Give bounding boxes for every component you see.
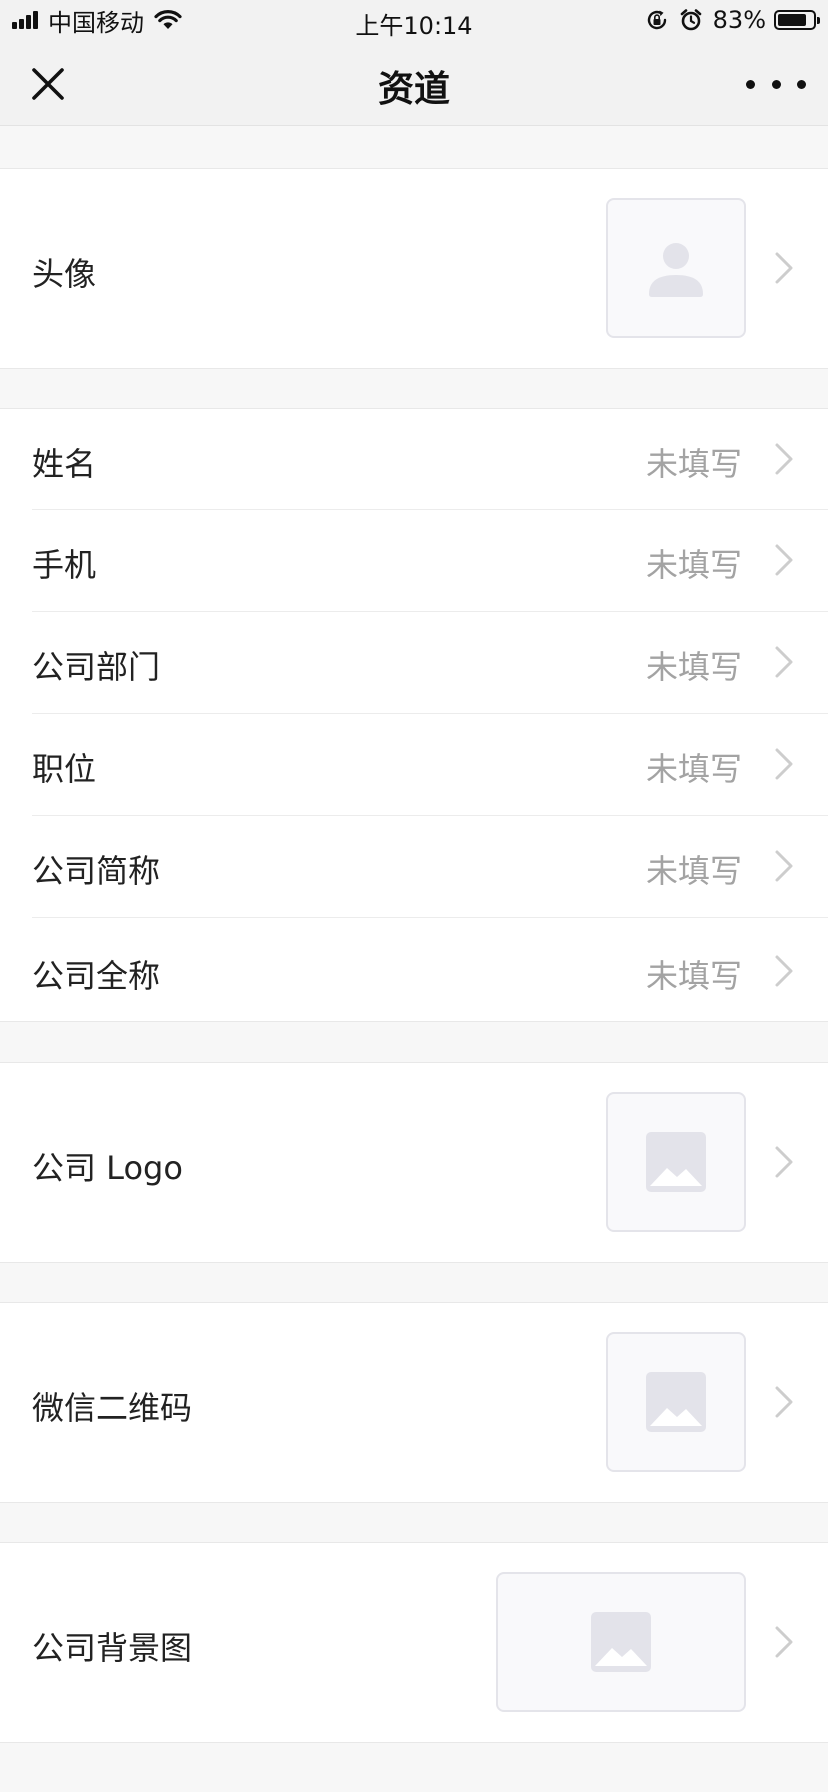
name-row[interactable]: 姓名 未填写 <box>0 409 828 509</box>
image-placeholder-icon <box>646 1132 706 1192</box>
chevron-right-icon <box>775 252 793 284</box>
company-full-name-label: 公司全称 <box>32 957 161 995</box>
position-label: 职位 <box>32 750 97 788</box>
chevron-right-icon <box>775 443 793 475</box>
department-label: 公司部门 <box>32 648 161 686</box>
position-value: 未填写 <box>645 750 742 788</box>
profile-page: 中国移动 上午10:14 83% 资道 头像 姓名 未填写 手机 未填写 公司部… <box>0 0 828 1792</box>
company-full-name-row[interactable]: 公司全称 未填写 <box>0 918 828 1021</box>
avatar-label: 头像 <box>32 255 97 293</box>
company-background-row[interactable]: 公司背景图 <box>0 1543 828 1742</box>
company-full-name-value: 未填写 <box>645 957 742 995</box>
department-row[interactable]: 公司部门 未填写 <box>0 612 828 713</box>
company-background-thumbnail[interactable] <box>496 1572 746 1712</box>
signal-icon <box>12 11 40 29</box>
avatar[interactable] <box>606 198 746 338</box>
company-background-section: 公司背景图 <box>0 1542 828 1743</box>
more-icon <box>746 79 755 89</box>
position-row[interactable]: 职位 未填写 <box>0 714 828 815</box>
name-label: 姓名 <box>32 445 97 483</box>
phone-value: 未填写 <box>645 546 742 584</box>
chevron-right-icon <box>775 1386 793 1418</box>
status-bar: 中国移动 上午10:14 83% <box>0 0 828 40</box>
wechat-qrcode-section: 微信二维码 <box>0 1302 828 1503</box>
status-right: 83% <box>645 6 820 34</box>
carrier-name: 中国移动 <box>48 8 144 37</box>
company-logo-section: 公司 Logo <box>0 1062 828 1263</box>
battery-icon <box>774 10 820 30</box>
close-button[interactable] <box>22 58 74 110</box>
chevron-right-icon <box>775 748 793 780</box>
company-short-name-value: 未填写 <box>645 852 742 890</box>
image-placeholder-icon <box>591 1612 651 1672</box>
chevron-right-icon <box>775 955 793 987</box>
more-button[interactable] <box>746 62 806 106</box>
wifi-icon <box>154 9 182 31</box>
info-fields-section: 姓名 未填写 手机 未填写 公司部门 未填写 职位 未填写 公司简称 未填写 公… <box>0 408 828 1022</box>
rotation-lock-icon <box>645 8 669 32</box>
close-icon <box>32 68 64 100</box>
battery-fill <box>778 14 806 26</box>
company-logo-row[interactable]: 公司 Logo <box>0 1063 828 1262</box>
company-short-name-row[interactable]: 公司简称 未填写 <box>0 816 828 917</box>
battery-percent: 83% <box>712 6 766 34</box>
wechat-qrcode-row[interactable]: 微信二维码 <box>0 1303 828 1502</box>
avatar-row[interactable]: 头像 <box>0 169 828 368</box>
wechat-qrcode-thumbnail[interactable] <box>606 1332 746 1472</box>
chevron-right-icon <box>775 850 793 882</box>
alarm-icon <box>679 8 703 32</box>
company-short-name-label: 公司简称 <box>32 852 161 890</box>
chevron-right-icon <box>775 1626 793 1658</box>
phone-row[interactable]: 手机 未填写 <box>0 510 828 611</box>
avatar-section: 头像 <box>0 168 828 369</box>
image-placeholder-icon <box>646 1372 706 1432</box>
name-value: 未填写 <box>645 445 742 483</box>
chevron-right-icon <box>775 646 793 678</box>
wechat-qrcode-label: 微信二维码 <box>32 1389 193 1427</box>
chevron-right-icon <box>775 1146 793 1178</box>
user-placeholder-icon <box>649 243 703 297</box>
company-background-label: 公司背景图 <box>32 1629 193 1667</box>
navigation-bar: 资道 <box>0 40 828 126</box>
department-value: 未填写 <box>645 648 742 686</box>
company-logo-thumbnail[interactable] <box>606 1092 746 1232</box>
chevron-right-icon <box>775 544 793 576</box>
page-title: 资道 <box>377 69 450 110</box>
company-logo-label: 公司 Logo <box>32 1149 183 1187</box>
status-left: 中国移动 <box>12 6 182 37</box>
phone-label: 手机 <box>32 546 97 584</box>
